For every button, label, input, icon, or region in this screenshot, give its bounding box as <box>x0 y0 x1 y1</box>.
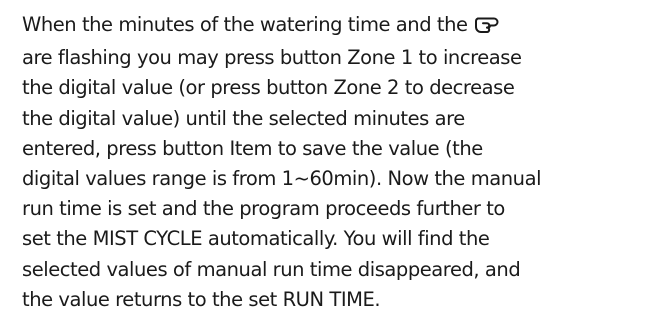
paragraph-line-2: are flashing you may press button Zone 1… <box>22 46 522 70</box>
paragraph-line-1: When the minutes of the watering time an… <box>22 10 648 43</box>
paragraph-line-6: digital values range is from 1~60min). N… <box>22 167 542 191</box>
paragraph-line-4: the digital value) until the selected mi… <box>22 106 465 130</box>
paragraph-line-8: set the MIST CYCLE automatically. You wi… <box>22 227 490 251</box>
paragraph-line-3: the digital value (or press button Zone … <box>22 76 515 100</box>
instruction-paragraph: When the minutes of the watering time an… <box>22 10 648 315</box>
paragraph-line-7: run time is set and the program proceeds… <box>22 197 505 221</box>
paragraph-line-1-text: When the minutes of the watering time an… <box>22 13 468 36</box>
paragraph-line-5: entered, press button Item to save the v… <box>22 136 483 160</box>
paragraph-line-10: the value returns to the set RUN TIME. <box>22 287 381 311</box>
document-page: When the minutes of the watering time an… <box>0 0 656 318</box>
paragraph-line-9: selected values of manual run time disap… <box>22 257 521 281</box>
hand-pointer-icon <box>474 13 502 43</box>
